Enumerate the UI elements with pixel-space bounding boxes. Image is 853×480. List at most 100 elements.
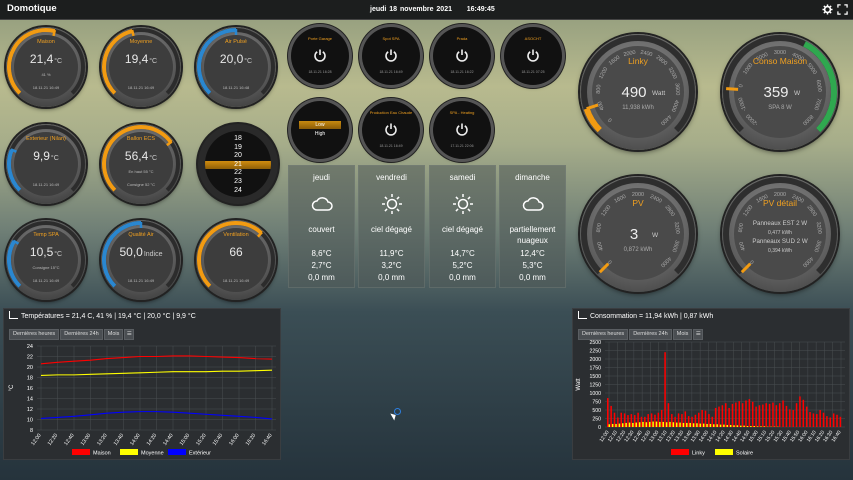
thermostat-option[interactable]: 19 [205, 144, 271, 153]
power-icon[interactable] [384, 122, 398, 136]
gauge-airpulse: Air Pulsé 20,0°C 18.11.21 16:48 [196, 27, 276, 107]
big-gauge-unit: W [652, 232, 659, 239]
y-tick-label: 18 [27, 376, 33, 382]
bar-Solaire [746, 425, 749, 427]
gauge-unit: °C [149, 155, 158, 162]
bar-Linky [630, 414, 633, 427]
bar-Solaire [669, 421, 671, 427]
switch-title: SPA - Heating [449, 110, 475, 115]
weather-dimanche: dimanche partiellement nuageux 12,4°C 5,3°C… [499, 165, 566, 288]
bar-Solaire [743, 425, 745, 427]
pv-detail-line: Panneaux SUD 2 W [752, 238, 808, 245]
switch-date: 17.11.21 22:06 [450, 144, 474, 148]
bar-Linky [620, 412, 623, 427]
expand-icon[interactable] [837, 4, 848, 15]
bar-Linky [701, 410, 703, 427]
power-icon[interactable] [384, 48, 398, 62]
weather-rain: 0,0 mm [519, 273, 546, 282]
bar-Solaire [719, 424, 722, 427]
gauge-line2: 18.11.21 16:49 [127, 85, 155, 90]
mode-selector[interactable]: Low High [291, 101, 349, 159]
thermostat-option[interactable]: 20 [205, 152, 271, 161]
switch-3[interactable]: ASOCHT 18.11.21 07:25 [504, 27, 562, 85]
bar-Solaire [716, 424, 718, 427]
y-tick-label: 1500 [589, 374, 601, 380]
gauge-title: Temp SPA [33, 232, 59, 238]
legend-label[interactable]: Maison [93, 451, 111, 457]
thermostat-option[interactable]: 18 [205, 135, 271, 144]
mode-high[interactable]: High [299, 130, 341, 138]
bar-Linky [745, 400, 747, 427]
gauge-title: Air Pulsé [224, 39, 247, 45]
weather-condition: couvert [308, 225, 335, 234]
power-icon[interactable] [455, 48, 469, 62]
bar-Solaire [699, 423, 702, 427]
gear-icon[interactable] [822, 4, 833, 15]
switch-5[interactable]: SPA - Heating 17.11.21 22:06 [433, 101, 491, 159]
weather-rain: 0,0 mm [308, 273, 335, 282]
bar-Solaire [729, 424, 732, 427]
gauge-line2: 18.11.21 16:48 [222, 85, 250, 90]
y-tick-label: 1250 [589, 383, 601, 389]
bar-Linky [792, 410, 794, 427]
switch-0[interactable]: Porte Garage 18.11.21 16:28 [291, 27, 349, 85]
weather-min: 2,7°C [311, 261, 332, 270]
legend-label[interactable]: Solaire [736, 451, 753, 457]
power-icon[interactable] [455, 122, 469, 136]
weather-condition: ciel dégagé [371, 225, 412, 234]
bar-Solaire [726, 424, 729, 427]
big-gauge-title: Conso Maison [753, 56, 808, 66]
switch-2[interactable]: Prada 18.11.21 16:22 [433, 27, 491, 85]
bar-Linky [654, 414, 656, 427]
x-tick-label: 16:20 [245, 433, 257, 447]
x-tick-label: 14:40 [162, 433, 174, 447]
thermostat-option[interactable]: 23 [205, 178, 271, 187]
switch-title: Production Eau Chaude [369, 110, 413, 115]
gauge-line2: 18.11.21 16:49 [32, 278, 60, 283]
bar-Solaire [756, 426, 759, 427]
big-gauge-sub: SPA 8 W [768, 105, 792, 111]
legend-label[interactable]: Moyenne [141, 451, 164, 457]
bar-Linky [816, 414, 818, 427]
legend-label[interactable]: Extérieur [189, 451, 211, 457]
x-tick-label: 15:20 [195, 433, 207, 447]
bar-Solaire [760, 426, 762, 427]
thermostat-option[interactable]: 21 [205, 160, 271, 170]
y-tick-label: 16 [27, 386, 33, 392]
bar-Linky [782, 400, 784, 427]
bar-Linky [650, 413, 653, 427]
consumption-panel: Consommation = 11,94 kWh | 0,87 kWh Dern… [572, 308, 850, 460]
bar-Linky [799, 396, 801, 427]
bar-Solaire [692, 423, 695, 427]
x-tick-label: 12:00 [30, 433, 42, 447]
weather-condition: ciel dégagé [442, 225, 483, 234]
switch-4[interactable]: Production Eau Chaude 18.11.21 16:49 [362, 101, 420, 159]
big-gauge-conso: -2000 -1000 0 1000 2000 3000 4000 5000 6000 7000 8… [722, 34, 838, 150]
power-icon[interactable] [313, 48, 327, 62]
bar-Linky [698, 412, 700, 427]
gauge-unit: °C [244, 58, 253, 65]
weather-min: 5,3°C [522, 261, 543, 270]
time-text: 16:49:45 [466, 6, 495, 13]
bar-Linky [613, 412, 616, 427]
thermostat-option[interactable]: 22 [205, 169, 271, 178]
weather-max: 12,4°C [520, 249, 545, 258]
gauge-ventilation: Ventilation 66 18.11.21 16:49 [196, 220, 276, 300]
gauge-exterieur: Exterieur (Nilan) 9,9°C 18.11.21 16:49 [6, 124, 86, 204]
bar-Linky [640, 416, 643, 427]
bar-Linky [694, 414, 697, 427]
bar-Solaire [696, 423, 698, 427]
thermostat-option[interactable]: 24 [205, 187, 271, 196]
gauge-maison: Maison 21,4°C 41 % 18.11.21 16:49 [6, 27, 86, 107]
legend-label[interactable]: Linky [692, 451, 705, 457]
bar-Linky [704, 410, 707, 427]
mode-low[interactable]: Low [299, 121, 341, 129]
thermostat-selector[interactable]: 18 19 20 21 22 23 24 [198, 124, 278, 204]
power-icon[interactable] [526, 48, 540, 62]
gauge-line2: Consigne 52 °C [126, 182, 156, 187]
switch-1[interactable]: Spot SPA 18.11.21 16:49 [362, 27, 420, 85]
weather-vendredi: vendredi ciel dégagé 11,9°C 3,2°C 0,0 mm [358, 165, 425, 288]
bar-Solaire [642, 421, 644, 427]
bar-Linky [687, 416, 690, 427]
weather-rain: 0,0 mm [449, 273, 476, 282]
